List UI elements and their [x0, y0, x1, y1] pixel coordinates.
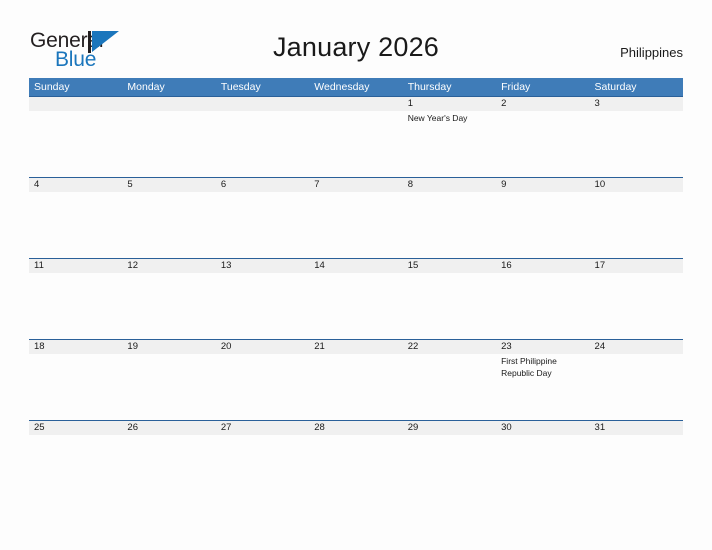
weekday-header-wednesday: Wednesday: [314, 81, 370, 93]
day-number[interactable]: 12: [122, 259, 215, 273]
day-event: [216, 192, 309, 258]
day-event: [122, 273, 215, 339]
day-number[interactable]: 26: [122, 421, 215, 435]
day-number[interactable]: 23: [496, 340, 589, 354]
week-daynumber-band: 4 5 6 7 8 9 10: [29, 178, 683, 192]
week-daynumber-band: 11 12 13 14 15 16 17: [29, 259, 683, 273]
day-number[interactable]: [216, 97, 309, 111]
day-number[interactable]: 22: [403, 340, 496, 354]
day-event: [216, 273, 309, 339]
day-number[interactable]: 2: [496, 97, 589, 111]
week-events-band: First Philippine Republic Day: [29, 354, 683, 420]
day-event: [590, 192, 683, 258]
day-event: [309, 192, 402, 258]
day-number[interactable]: 31: [590, 421, 683, 435]
day-event: [590, 273, 683, 339]
week-events-band: New Year's Day: [29, 111, 683, 177]
calendar-week-row: 1 2 3 New Year's Day: [29, 96, 683, 177]
day-event: [309, 111, 402, 177]
day-number[interactable]: 17: [590, 259, 683, 273]
day-event: [29, 111, 122, 177]
week-daynumber-band: 1 2 3: [29, 97, 683, 111]
country-label: Philippines: [620, 45, 683, 60]
day-event: First Philippine Republic Day: [501, 356, 557, 378]
day-number[interactable]: 25: [29, 421, 122, 435]
day-number[interactable]: 24: [590, 340, 683, 354]
day-event: [29, 192, 122, 258]
day-number[interactable]: 11: [29, 259, 122, 273]
week-events-band: [29, 273, 683, 339]
day-number[interactable]: 16: [496, 259, 589, 273]
day-event: [122, 435, 215, 501]
day-event: [403, 435, 496, 501]
day-number[interactable]: 3: [590, 97, 683, 111]
day-event: New Year's Day: [407, 113, 468, 123]
day-number[interactable]: 10: [590, 178, 683, 192]
day-number[interactable]: 27: [216, 421, 309, 435]
calendar-week-row: 4 5 6 7 8 9 10: [29, 177, 683, 258]
week-events-band: [29, 192, 683, 258]
day-event: [122, 354, 215, 420]
calendar-week-row: 11 12 13 14 15 16 17: [29, 258, 683, 339]
weekday-header-friday: Friday: [501, 81, 531, 93]
day-event: [496, 192, 589, 258]
day-event: [309, 273, 402, 339]
day-event: [29, 354, 122, 420]
day-event: [590, 354, 683, 420]
day-number[interactable]: [122, 97, 215, 111]
day-event: [29, 273, 122, 339]
weekday-header-thursday: Thursday: [407, 81, 452, 93]
day-event: [590, 435, 683, 501]
day-event: [216, 435, 309, 501]
weekday-header-monday: Monday: [127, 81, 165, 93]
day-event: [403, 192, 496, 258]
day-number[interactable]: 29: [403, 421, 496, 435]
day-number[interactable]: [29, 97, 122, 111]
week-events-band: [29, 435, 683, 501]
day-number[interactable]: 8: [403, 178, 496, 192]
day-number[interactable]: 30: [496, 421, 589, 435]
page-header: General Blue January 2026 Philippines: [0, 0, 712, 76]
calendar-grid: Sunday Monday Tuesday Wednesday Thursday…: [29, 78, 683, 501]
day-number[interactable]: 15: [403, 259, 496, 273]
day-number[interactable]: 13: [216, 259, 309, 273]
day-event: [309, 435, 402, 501]
day-event: [496, 273, 589, 339]
calendar-week-row: 18 19 20 21 22 23 24 First Philippine Re…: [29, 339, 683, 420]
calendar-weekday-header: Sunday Monday Tuesday Wednesday Thursday…: [29, 78, 683, 96]
day-number[interactable]: 20: [216, 340, 309, 354]
day-event: [496, 435, 589, 501]
day-number[interactable]: [309, 97, 402, 111]
day-number[interactable]: 19: [122, 340, 215, 354]
week-daynumber-band: 18 19 20 21 22 23 24: [29, 340, 683, 354]
day-number[interactable]: 5: [122, 178, 215, 192]
day-event: [122, 111, 215, 177]
day-event: [590, 111, 683, 177]
day-number[interactable]: 6: [216, 178, 309, 192]
day-number[interactable]: 14: [309, 259, 402, 273]
day-number[interactable]: 7: [309, 178, 402, 192]
weekday-header-saturday: Saturday: [594, 81, 637, 93]
day-event: [216, 354, 309, 420]
day-event: [403, 273, 496, 339]
day-event: [403, 354, 496, 420]
day-event: [122, 192, 215, 258]
day-event: [29, 435, 122, 501]
day-event: [309, 354, 402, 420]
day-number[interactable]: 21: [309, 340, 402, 354]
day-event: [216, 111, 309, 177]
page-title: January 2026: [272, 32, 440, 62]
day-number[interactable]: 28: [309, 421, 402, 435]
day-number[interactable]: 1: [403, 97, 496, 111]
calendar-week-row: 25 26 27 28 29 30 31: [29, 420, 683, 501]
day-number[interactable]: 18: [29, 340, 122, 354]
day-number[interactable]: 4: [29, 178, 122, 192]
day-event: [496, 111, 589, 177]
weekday-header-tuesday: Tuesday: [220, 81, 261, 93]
week-daynumber-band: 25 26 27 28 29 30 31: [29, 421, 683, 435]
weekday-header-sunday: Sunday: [34, 81, 70, 93]
day-number[interactable]: 9: [496, 178, 589, 192]
